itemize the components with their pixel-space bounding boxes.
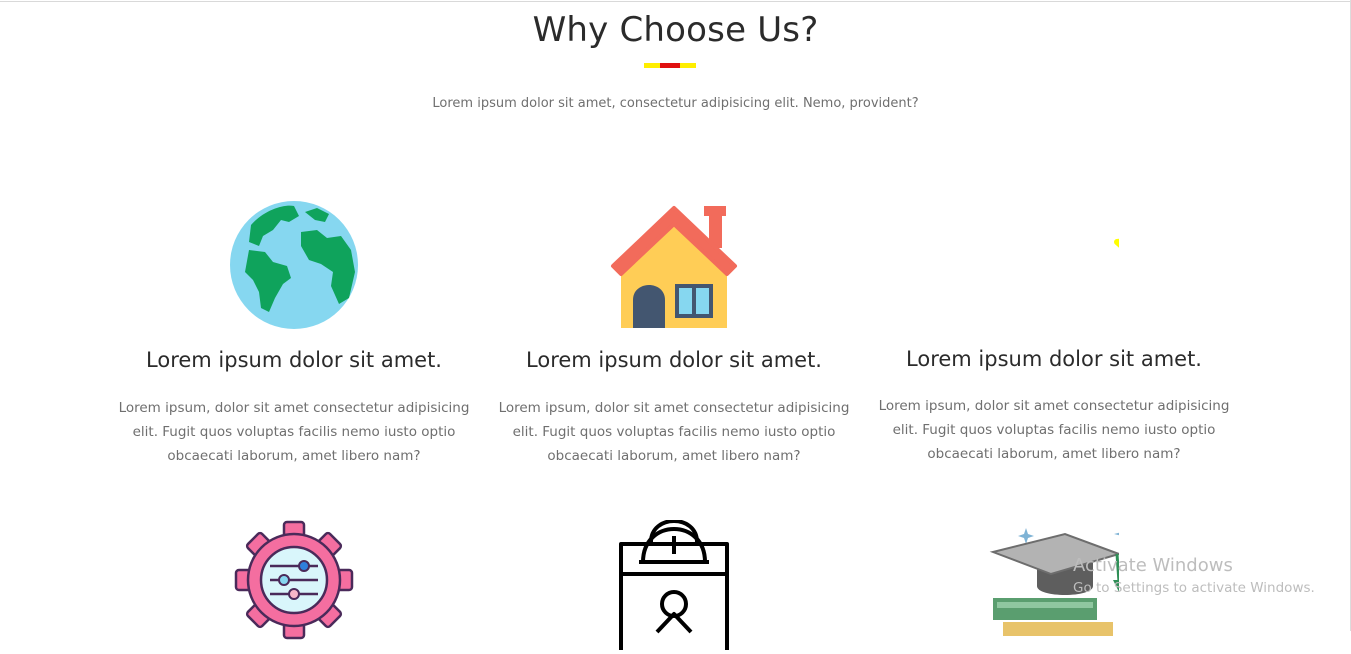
section-title: Why Choose Us? (532, 10, 819, 50)
section-subtitle: Lorem ipsum dolor sit amet, consectetur … (432, 96, 919, 111)
watermark-subtitle: Go to Settings to activate Windows. (1073, 580, 1315, 596)
top-border (0, 1, 1351, 2)
feature-title: Lorem ipsum dolor sit amet. (906, 347, 1202, 371)
feature-text: Lorem ipsum, dolor sit amet consectetur … (498, 400, 850, 464)
star-icon (989, 200, 1224, 330)
globe-icon (229, 200, 359, 330)
activate-windows-watermark: Activate Windows Go to Settings to activ… (1073, 555, 1315, 596)
title-underline (644, 63, 696, 68)
feature-text: Lorem ipsum, dolor sit amet consectetur … (878, 398, 1230, 462)
feature-title: Lorem ipsum dolor sit amet. (526, 348, 822, 372)
house-icon (609, 200, 739, 330)
feature-text: Lorem ipsum, dolor sit amet consectetur … (118, 400, 470, 464)
watermark-title: Activate Windows (1073, 555, 1233, 576)
feature-title: Lorem ipsum dolor sit amet. (146, 348, 442, 372)
